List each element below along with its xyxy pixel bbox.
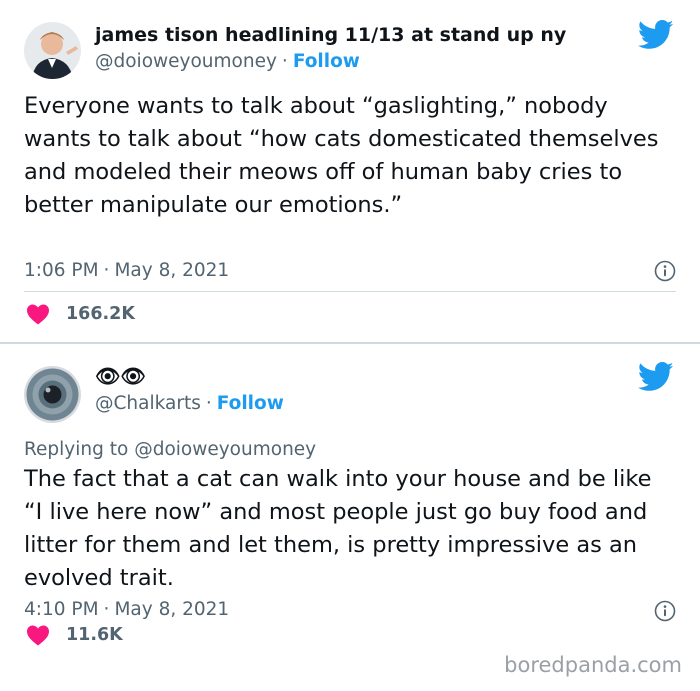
- avatar[interactable]: [24, 22, 81, 79]
- tweet-text: Everyone wants to talk about “gaslightin…: [24, 93, 659, 218]
- separator-dot: ·: [205, 393, 212, 414]
- like-button[interactable]: 11.6K: [24, 624, 123, 646]
- like-count: 166.2K: [66, 304, 135, 324]
- replying-to: Replying to @doioweyoumoney: [24, 439, 316, 460]
- info-icon[interactable]: [654, 600, 676, 622]
- tweet-card: 👁👁 @Chalkarts · Follow Replying to @doiowe…: [0, 344, 700, 691]
- eye-iris-avatar-icon: [24, 366, 81, 423]
- display-name[interactable]: 👁👁: [95, 364, 146, 388]
- like-button[interactable]: 166.2K: [24, 303, 135, 325]
- follow-button[interactable]: Follow: [217, 393, 284, 414]
- watermark: boredpanda.com: [504, 653, 682, 677]
- replying-to-label: Replying to: [24, 439, 129, 460]
- separator-dot: ·: [103, 260, 110, 281]
- separator-dot: ·: [103, 599, 110, 620]
- replying-to-mention[interactable]: @doioweyoumoney: [134, 439, 316, 460]
- tweet-date: May 8, 2021: [114, 260, 230, 281]
- display-name[interactable]: james tison headlining 11/13 at stand up…: [95, 24, 566, 46]
- heart-icon: [27, 304, 49, 325]
- twitter-bird-icon[interactable]: [638, 362, 674, 392]
- timestamp[interactable]: 4:10 PM · May 8, 2021: [24, 599, 229, 620]
- info-icon[interactable]: [654, 260, 676, 282]
- tweet-time: 4:10 PM: [24, 599, 99, 620]
- heart-icon: [27, 625, 49, 646]
- follow-button[interactable]: Follow: [293, 51, 360, 72]
- divider: [24, 291, 676, 292]
- tweet-card: james tison headlining 11/13 at stand up…: [0, 0, 700, 342]
- tweet-text: The fact that a cat can walk into your h…: [24, 466, 652, 591]
- timestamp[interactable]: 1:06 PM · May 8, 2021: [24, 260, 229, 281]
- separator-dot: ·: [281, 51, 288, 72]
- like-count: 11.6K: [66, 625, 123, 645]
- twitter-bird-icon[interactable]: [638, 20, 674, 50]
- tweet-time: 1:06 PM: [24, 260, 99, 281]
- avatar[interactable]: [24, 366, 81, 423]
- handle[interactable]: @Chalkarts: [95, 393, 201, 414]
- person-avatar-icon: [24, 22, 81, 79]
- tweet-date: May 8, 2021: [114, 599, 230, 620]
- handle-row: @Chalkarts · Follow: [95, 393, 284, 414]
- handle[interactable]: @doioweyoumoney: [95, 51, 277, 72]
- handle-row: @doioweyoumoney · Follow: [95, 51, 360, 72]
